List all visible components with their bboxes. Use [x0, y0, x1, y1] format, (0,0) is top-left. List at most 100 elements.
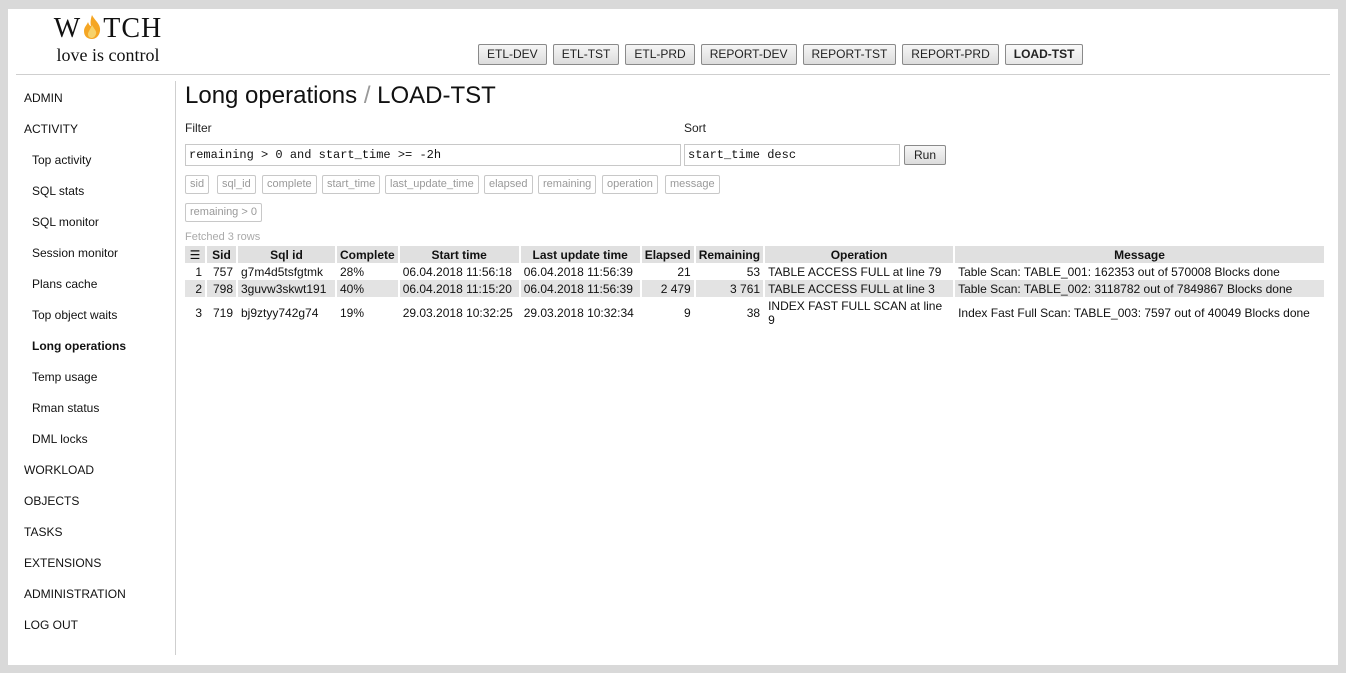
sidebar: ADMIN ACTIVITY Top activity SQL stats SQ… [8, 81, 176, 655]
row-number: 1 [195, 264, 202, 279]
cell-operation: TABLE ACCESS FULL at line 79 [768, 264, 942, 279]
chip-complete[interactable]: complete [262, 175, 317, 194]
row-number: 2 [185, 280, 205, 297]
header-start-time[interactable]: Start time [399, 246, 519, 263]
nav-activity[interactable]: ACTIVITY [24, 122, 78, 136]
sort-label: Sort [684, 121, 707, 135]
nav-long-operations[interactable]: Long operations [32, 339, 126, 353]
nav-session-monitor[interactable]: Session monitor [32, 246, 118, 260]
row-number: 3 [195, 306, 202, 320]
logo-brand-pre: W [53, 13, 82, 44]
header-divider [16, 74, 1330, 75]
header-elapsed[interactable]: Elapsed [641, 246, 694, 263]
nav-top-object-waits[interactable]: Top object waits [32, 308, 117, 322]
cell-last-update-time: 06.04.2018 11:56:39 [520, 280, 640, 297]
chip-sid[interactable]: sid [185, 175, 210, 194]
nav-objects[interactable]: OBJECTS [24, 494, 79, 508]
cell-sid: 757 [212, 264, 233, 279]
chip-operation[interactable]: operation [602, 175, 658, 194]
nav-top-activity[interactable]: Top activity [32, 153, 91, 167]
cell-message: Table Scan: TABLE_002: 3118782 out of 78… [955, 280, 1324, 297]
logo[interactable]: W TCH love is control [38, 13, 178, 65]
cell-start-time: 29.03.2018 10:32:25 [402, 306, 513, 320]
cell-elapsed: 9 [684, 306, 691, 320]
filter-label: Filter [185, 121, 212, 135]
env-tab-etl-tst[interactable]: ETL-TST [552, 44, 620, 65]
sort-input[interactable] [684, 144, 900, 166]
nav-sql-stats[interactable]: SQL stats [32, 184, 84, 198]
nav-administration[interactable]: ADMINISTRATION [24, 587, 126, 601]
header-message[interactable]: Message [955, 246, 1324, 263]
cell-remaining: 38 [746, 306, 761, 320]
title-separator: / [363, 82, 371, 109]
flame-icon [84, 15, 101, 39]
run-button[interactable]: Run [904, 145, 946, 165]
logo-slogan: love is control [56, 45, 160, 65]
cell-remaining: 53 [746, 264, 761, 279]
long-operations-table: ☰ Sid Sql id Complete Start time Last up… [183, 246, 1326, 329]
cell-last-update-time: 29.03.2018 10:32:34 [523, 306, 634, 320]
filter-input[interactable] [185, 144, 681, 166]
nav-plans-cache[interactable]: Plans cache [32, 277, 97, 291]
header-operation[interactable]: Operation [765, 246, 954, 263]
cell-start-time: 06.04.2018 11:56:18 [402, 264, 512, 279]
main-content: Long operations / LOAD-TST Filter Sort R… [185, 81, 1330, 661]
nav-rman-status[interactable]: Rman status [32, 401, 99, 415]
chip-remaining[interactable]: remaining [538, 175, 597, 194]
nav-tasks[interactable]: TASKS [24, 525, 62, 539]
cell-operation: TABLE ACCESS FULL at line 3 [765, 280, 954, 297]
env-tab-load-tst[interactable]: LOAD-TST [1004, 44, 1084, 65]
header-sid[interactable]: Sid [207, 246, 236, 263]
table-header-row: ☰ Sid Sql id Complete Start time Last up… [185, 246, 1324, 263]
chip-remaining-gt-0[interactable]: remaining > 0 [185, 203, 262, 222]
logo-brand: W TCH [38, 13, 178, 45]
cell-remaining: 3 761 [695, 280, 764, 297]
cell-operation: INDEX FAST FULL SCAN at line 9 [768, 299, 943, 327]
app-frame: W TCH love is control ETL-DEV ETL-TST ETL… [8, 9, 1338, 665]
nav-temp-usage[interactable]: Temp usage [32, 370, 97, 384]
header-last-update-time[interactable]: Last update time [520, 246, 640, 263]
cell-last-update-time: 06.04.2018 11:56:39 [523, 264, 633, 279]
cell-elapsed: 21 [677, 264, 691, 279]
env-tab-report-dev[interactable]: REPORT-DEV [700, 44, 797, 65]
cell-message: Table Scan: TABLE_001: 162353 out of 570… [958, 264, 1280, 279]
fetched-rows-count: Fetched 3 rows [185, 231, 261, 243]
env-tab-etl-dev[interactable]: ETL-DEV [478, 44, 547, 65]
cell-sql-id[interactable]: bj9ztyy742g74 [238, 297, 335, 329]
chip-start-time[interactable]: start_time [322, 175, 381, 194]
cell-sql-id[interactable]: 3guvw3skwt191 [238, 280, 335, 297]
table-row[interactable]: 1 757 g7m4d5tsfgtmk 28% 06.04.2018 11:56… [185, 263, 1324, 280]
page-title-text: Long operations [185, 82, 358, 109]
column-menu-icon[interactable]: ☰ [185, 246, 205, 263]
nav-sql-monitor[interactable]: SQL monitor [32, 215, 99, 229]
logo-brand-post: TCH [103, 13, 163, 44]
table-row[interactable]: 2 798 3guvw3skwt191 40% 06.04.2018 11:15… [185, 280, 1324, 297]
cell-complete: 28% [340, 264, 365, 279]
nav-log-out[interactable]: LOG OUT [24, 618, 78, 632]
chip-sql-id[interactable]: sql_id [217, 175, 256, 194]
nav-workload[interactable]: WORKLOAD [24, 463, 94, 477]
environment-tabs: ETL-DEV ETL-TST ETL-PRD REPORT-DEV REPOR… [478, 44, 1084, 65]
cell-sql-id[interactable]: g7m4d5tsfgtmk [238, 263, 335, 280]
chip-last-update-time[interactable]: last_update_time [385, 175, 479, 194]
env-tab-report-tst[interactable]: REPORT-TST [802, 44, 897, 65]
cell-complete: 19% [340, 306, 365, 320]
nav-dml-locks[interactable]: DML locks [32, 432, 88, 446]
page-title-env: LOAD-TST [377, 82, 496, 109]
env-tab-report-prd[interactable]: REPORT-PRD [902, 44, 999, 65]
nav-admin[interactable]: ADMIN [24, 91, 63, 105]
table-row[interactable]: 3 719 bj9ztyy742g74 19% 29.03.2018 10:32… [185, 297, 1324, 329]
cell-elapsed: 2 479 [641, 280, 694, 297]
nav-extensions[interactable]: EXTENSIONS [24, 556, 101, 570]
cell-complete: 40% [337, 280, 398, 297]
cell-start-time: 06.04.2018 11:15:20 [399, 280, 519, 297]
chip-elapsed[interactable]: elapsed [484, 175, 533, 194]
header-sql-id[interactable]: Sql id [238, 246, 335, 263]
cell-sid: 719 [212, 306, 233, 320]
header-remaining[interactable]: Remaining [695, 246, 764, 263]
header-complete[interactable]: Complete [337, 246, 398, 263]
page-title: Long operations / LOAD-TST [185, 82, 496, 110]
chip-message[interactable]: message [665, 175, 720, 194]
cell-message: Index Fast Full Scan: TABLE_003: 7597 ou… [958, 306, 1310, 320]
env-tab-etl-prd[interactable]: ETL-PRD [625, 44, 695, 65]
